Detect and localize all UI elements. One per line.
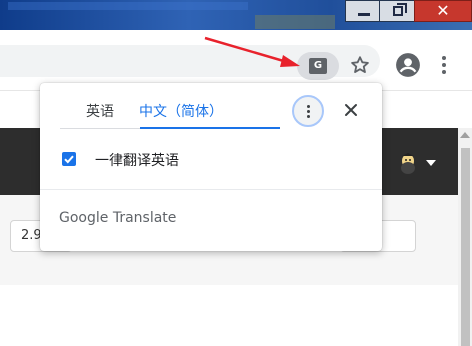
translate-popup: 英语 中文（简体） 一律翻译英语 Google Translate [40,83,382,251]
scrollbar-thumb[interactable] [461,148,470,346]
filter-chip-label: 2.9 [21,228,42,243]
more-vert-icon [442,70,446,74]
page-content [0,285,458,346]
minimize-icon [358,12,370,16]
always-translate-label[interactable]: 一律翻译英语 [95,150,179,170]
desktop-background-detail [255,15,335,29]
more-vert-icon [442,63,446,67]
tab-divider [60,128,140,129]
tab-target-language[interactable]: 中文（简体） [139,101,223,121]
close-icon: ✕ [436,1,450,20]
more-vert-icon [442,56,446,60]
active-tab-indicator [140,127,280,129]
check-icon [64,155,74,164]
close-popup-button[interactable] [340,99,362,121]
account-icon [396,53,420,77]
translate-page-button[interactable]: G [297,52,339,80]
minimize-button[interactable] [345,0,383,22]
divider [40,189,382,190]
star-icon [351,56,369,73]
google-translate-brand: Google Translate [59,210,177,226]
more-vert-icon [306,114,310,118]
more-vert-icon [306,104,310,108]
translate-icon: G [309,58,327,74]
more-vert-icon [306,109,310,113]
tab-source-language[interactable]: 英语 [86,101,114,121]
chevron-down-icon[interactable] [426,160,436,166]
close-icon [345,104,357,116]
bookmark-button[interactable] [347,52,373,78]
always-translate-checkbox[interactable] [62,152,76,166]
profile-button[interactable] [395,52,421,78]
restore-icon [393,3,407,16]
close-window-button[interactable]: ✕ [414,0,472,22]
translate-options-button[interactable] [292,95,324,127]
scroll-up-icon[interactable] [460,132,470,138]
user-avatar[interactable] [398,152,418,174]
browser-menu-button[interactable] [436,52,452,78]
maximize-button[interactable] [379,0,417,22]
screen: ✕ G 2.9 5千 [0,0,472,346]
desktop-background-detail [8,2,248,10]
